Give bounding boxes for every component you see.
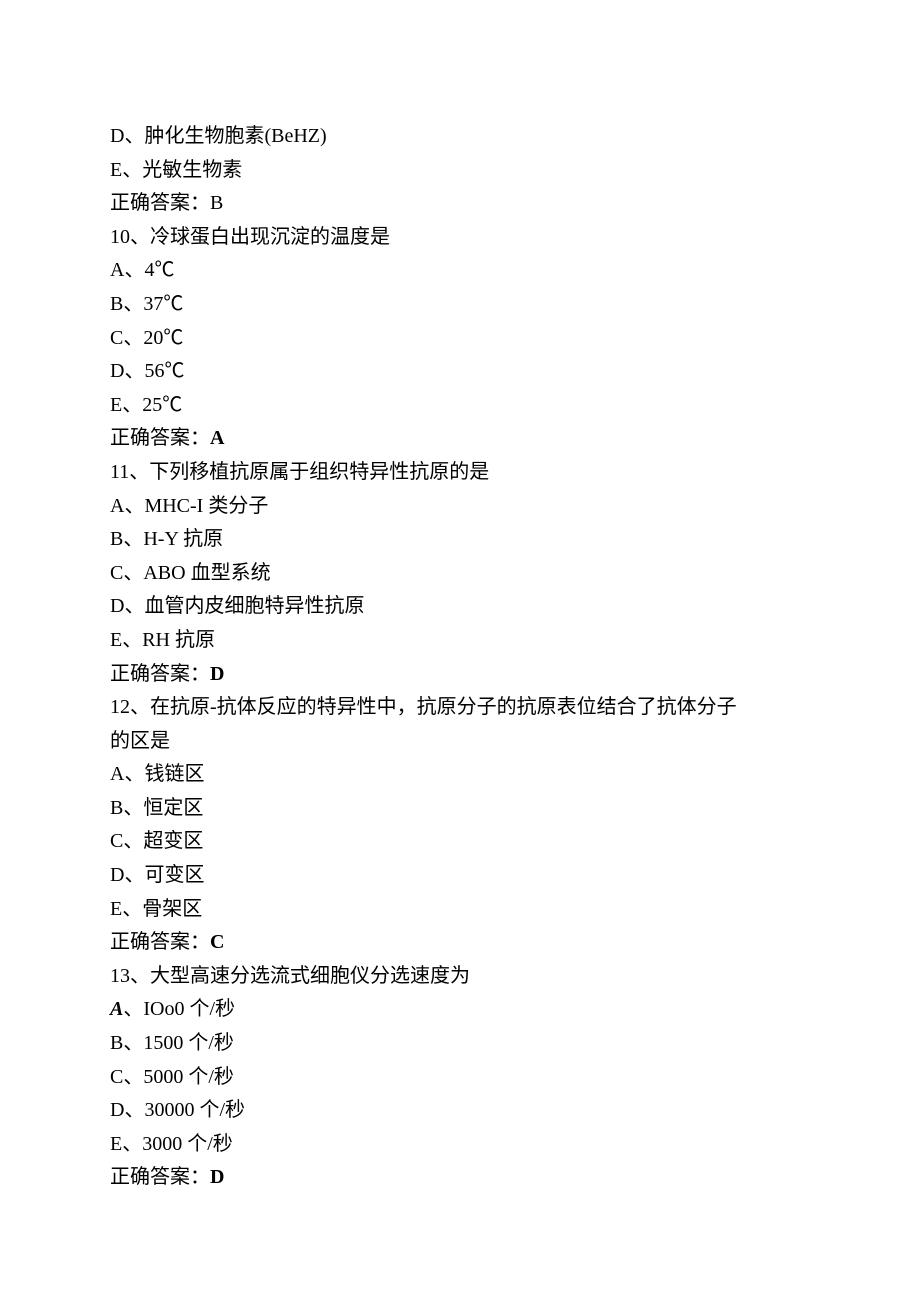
option-c-q10: C、20℃ (110, 322, 810, 356)
option-e-q11: E、RH 抗原 (110, 624, 810, 658)
option-e-q13: E、3000 个/秒 (110, 1128, 810, 1162)
answer-value: D (210, 663, 224, 685)
question-12-part1: 12、在抗原-抗体反应的特异性中，抗原分子的抗原表位结合了抗体分子 (110, 691, 810, 725)
option-d-q11: D、血管内皮细胞特异性抗原 (110, 590, 810, 624)
option-b-q10: B、37℃ (110, 288, 810, 322)
option-a-q13: A、IOo0 个/秒 (110, 993, 810, 1027)
option-b-q12: B、恒定区 (110, 792, 810, 826)
option-a-q10: A、4℃ (110, 254, 810, 288)
option-e-q10: E、25℃ (110, 389, 810, 423)
option-b-q13: B、1500 个/秒 (110, 1027, 810, 1061)
answer-q10: 正确答案：A (110, 422, 810, 456)
answer-label: 正确答案： (110, 1166, 210, 1188)
answer-label: 正确答案： (110, 931, 210, 953)
option-d-q12: D、可变区 (110, 859, 810, 893)
option-d-q10: D、56℃ (110, 355, 810, 389)
answer-value: A (210, 427, 224, 449)
answer-label: 正确答案： (110, 427, 210, 449)
option-a-q11: A、MHC-I 类分子 (110, 490, 810, 524)
question-11: 11、下列移植抗原属于组织特异性抗原的是 (110, 456, 810, 490)
option-c-q12: C、超变区 (110, 825, 810, 859)
option-prefix: A (110, 998, 123, 1020)
option-c-q13: C、5000 个/秒 (110, 1061, 810, 1095)
answer-value: C (210, 931, 224, 953)
question-10: 10、冷球蛋白出现沉淀的温度是 (110, 221, 810, 255)
answer-q13: 正确答案：D (110, 1161, 810, 1195)
answer-q12: 正确答案：C (110, 926, 810, 960)
answer-q9: 正确答案：B (110, 187, 810, 221)
answer-label: 正确答案： (110, 192, 210, 214)
option-c-q11: C、ABO 血型系统 (110, 557, 810, 591)
answer-q11: 正确答案：D (110, 658, 810, 692)
option-a-q12: A、钱链区 (110, 758, 810, 792)
option-d-q13: D、30000 个/秒 (110, 1094, 810, 1128)
option-rest: 、IOo0 个/秒 (123, 998, 235, 1020)
answer-label: 正确答案： (110, 663, 210, 685)
option-e-q12: E、骨架区 (110, 893, 810, 927)
answer-value: D (210, 1166, 224, 1188)
option-b-q11: B、H-Y 抗原 (110, 523, 810, 557)
answer-value: B (210, 192, 223, 214)
question-13: 13、大型高速分选流式细胞仪分选速度为 (110, 960, 810, 994)
question-12-part2: 的区是 (110, 725, 810, 759)
option-e-q9: E、光敏生物素 (110, 154, 810, 188)
option-d-q9: D、肿化生物胞素(BeHZ) (110, 120, 810, 154)
